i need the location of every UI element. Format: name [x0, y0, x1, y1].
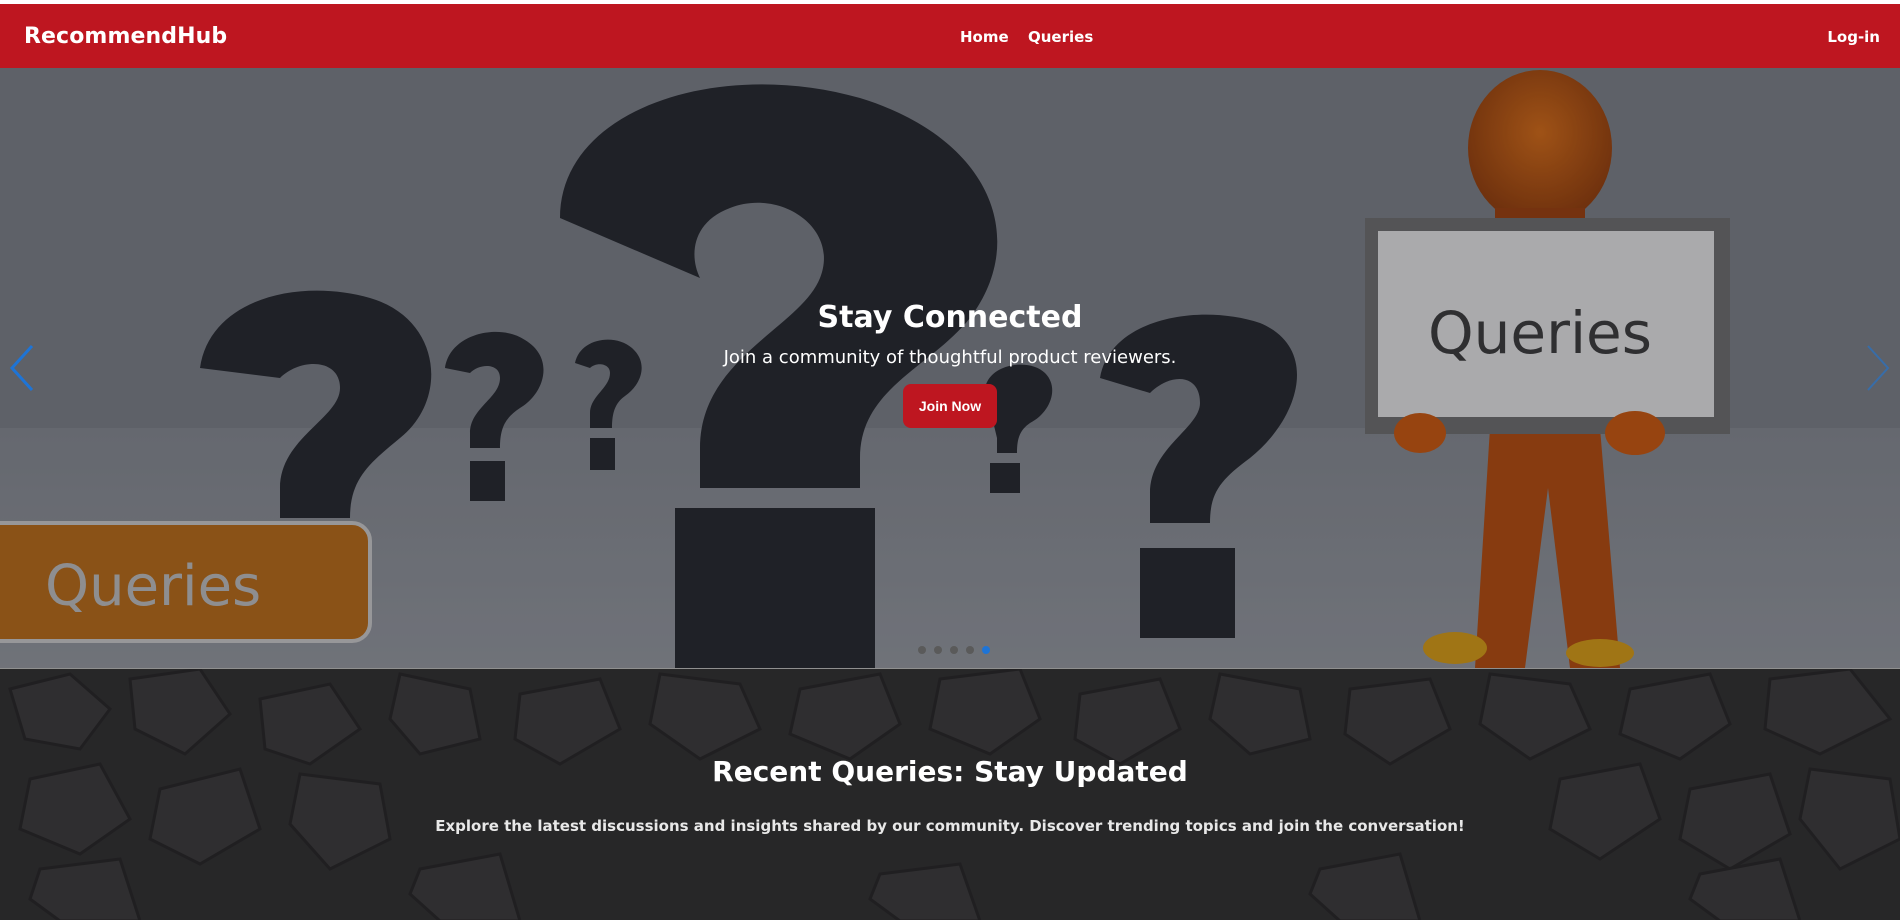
rock-texture-background [0, 669, 1900, 920]
chevron-left-icon [9, 344, 34, 392]
carousel-indicators [918, 646, 990, 654]
recent-queries-section: Recent Queries: Stay Updated Explore the… [0, 668, 1900, 920]
carousel-next-button[interactable] [1860, 340, 1896, 396]
nav-home-link[interactable]: Home [960, 28, 1009, 46]
top-navbar: RecommendHub Home Queries Log-in [0, 4, 1900, 68]
login-link[interactable]: Log-in [1827, 28, 1880, 46]
carousel-prev-button[interactable] [4, 340, 40, 396]
carousel-dot-1[interactable] [918, 646, 926, 654]
page: RecommendHub Home Queries Log-in Queries… [0, 0, 1900, 921]
hero-title: Stay Connected [817, 300, 1083, 335]
join-now-button[interactable]: Join Now [902, 384, 998, 428]
chevron-right-icon [1867, 345, 1890, 391]
carousel-dot-2[interactable] [934, 646, 942, 654]
hero-carousel: Queries Queries Stay Connected Join a co… [0, 68, 1900, 668]
recent-queries-title: Recent Queries: Stay Updated [712, 755, 1188, 788]
carousel-dot-4[interactable] [966, 646, 974, 654]
brand-logo[interactable]: RecommendHub [24, 24, 227, 49]
recent-queries-subtitle: Explore the latest discussions and insig… [435, 817, 1465, 835]
hero-caption: Stay Connected Join a community of thoug… [0, 300, 1900, 428]
carousel-dot-5[interactable] [982, 646, 990, 654]
carousel-dot-3[interactable] [950, 646, 958, 654]
nav-queries-link[interactable]: Queries [1028, 28, 1093, 46]
hero-subtitle: Join a community of thoughtful product r… [723, 347, 1177, 368]
